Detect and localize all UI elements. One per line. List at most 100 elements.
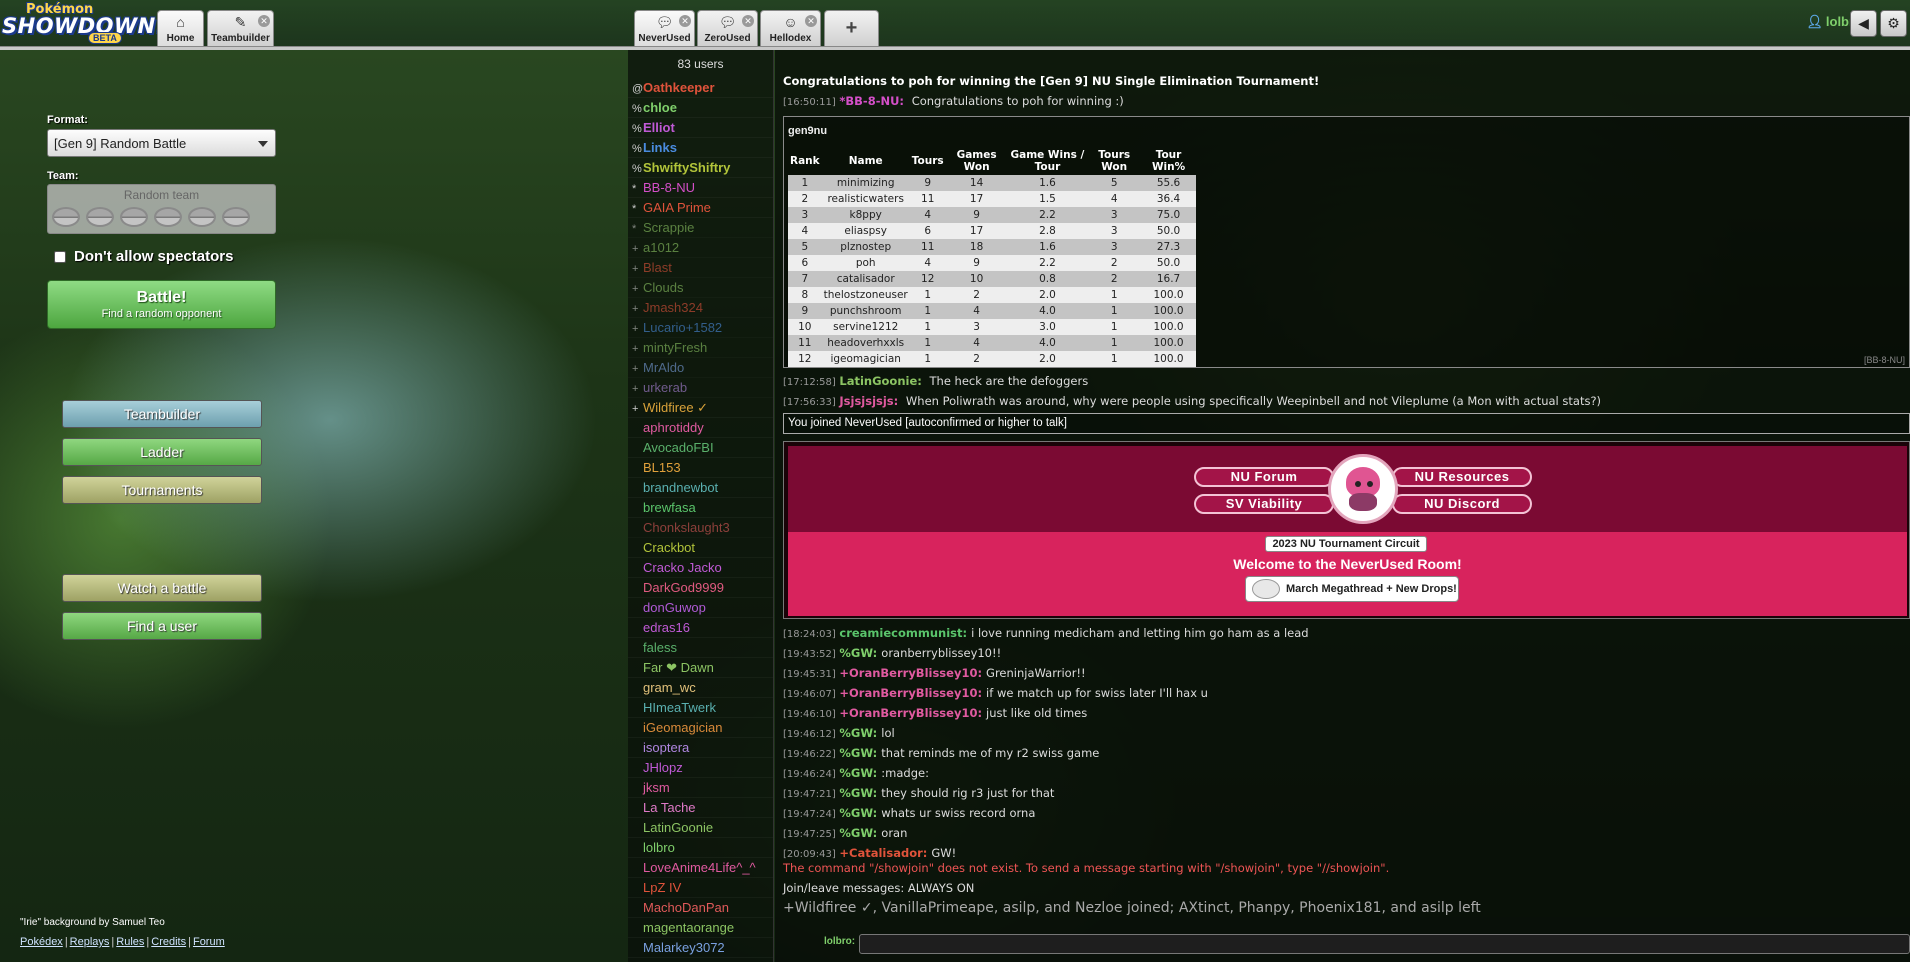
userlist-item[interactable]: JHlopz [628,758,773,778]
chat-author[interactable]: LatinGoonie: [839,374,921,388]
userlist-item[interactable]: Cracko Jacko [628,558,773,578]
footer-link-forum[interactable]: Forum [193,936,225,948]
close-icon[interactable]: ✕ [258,15,270,27]
chat-author[interactable]: Jsjsjsjsjs: [839,394,898,408]
chat-author[interactable]: %GW: [839,826,877,840]
userlist-item[interactable]: + mintyFresh [628,338,773,358]
chat-author[interactable]: +OranBerryBlissey10: [839,666,982,680]
chat-author[interactable]: %GW: [839,726,877,740]
chat-author[interactable]: %GW: [839,766,877,780]
userlist-item[interactable]: iGeomagician [628,718,773,738]
new-tab-button[interactable]: + [824,10,879,47]
spectators-checkbox[interactable] [54,251,66,264]
battle-button[interactable]: Battle! Find a random opponent [47,280,276,329]
userlist-item[interactable]: * GAIA Prime [628,198,773,218]
tab-hellodex[interactable]: ☺ Hellodex ✕ [760,10,821,47]
userlist-item[interactable]: MachoDanPan [628,898,773,918]
tournaments-button[interactable]: Tournaments [62,476,262,504]
userlist-item[interactable]: + Jmash324 [628,298,773,318]
chat-author[interactable]: +OranBerryBlissey10: [839,706,982,720]
user-name: BB-8-NU [643,180,696,195]
tournament-circuit-button[interactable]: 2023 NU Tournament Circuit [1265,536,1427,552]
chat-author[interactable]: +Catalisador: [839,846,927,860]
format-select[interactable]: [Gen 9] Random Battle [47,129,276,157]
userlist-item[interactable]: magentaorange [628,918,773,938]
userlist-item[interactable]: Far ❤ Dawn [628,658,773,678]
table-cell: 2 [788,191,822,207]
userlist-item[interactable]: brandnewbot [628,478,773,498]
ladder-button[interactable]: Ladder [62,438,262,466]
close-icon[interactable]: ✕ [679,15,691,27]
userlist-item[interactable]: + MrAldo [628,358,773,378]
userlist-item[interactable]: * Scrappie [628,218,773,238]
sv-viability-link[interactable]: SV Viability [1194,494,1334,514]
userlist-item[interactable]: + Blast [628,258,773,278]
userlist-item[interactable]: DarkGod9999 [628,578,773,598]
userlist-item[interactable]: LoveAnime4Life^_^ [628,858,773,878]
userlist-item[interactable]: aphrotiddy [628,418,773,438]
megathread-button[interactable]: March Megathread + New Drops! [1245,576,1459,602]
footer-link-replays[interactable]: Replays [70,936,110,948]
nu-discord-link[interactable]: NU Discord [1392,494,1532,514]
userlist-item[interactable]: gram_wc [628,678,773,698]
chat-author[interactable]: creamiecommunist: [839,626,967,640]
userlist-item[interactable]: + urkerab [628,378,773,398]
userlist-item[interactable]: BL153 [628,458,773,478]
volume-button[interactable]: ◀ [1850,10,1877,37]
userlist-item[interactable]: faless [628,638,773,658]
userlist-item[interactable]: + Clouds [628,278,773,298]
userlist-item[interactable]: %Elliot [628,118,773,138]
teambuilder-button[interactable]: Teambuilder [62,400,262,428]
footer-link-credits[interactable]: Credits [151,936,186,948]
tab-zeroused[interactable]: 💬︎ ZeroUsed ✕ [697,10,758,47]
table-cell: servine1212 [821,319,910,335]
team-select[interactable]: Random team [47,184,276,234]
userlist-item[interactable]: Malarkey3072 [628,938,773,958]
userlist-item[interactable]: %chloe [628,98,773,118]
userlist-item[interactable]: Chonkslaught3 [628,518,773,538]
footer-link-rules[interactable]: Rules [116,936,144,948]
footer-link-pokedex[interactable]: Pokédex [20,936,63,948]
chat-author[interactable]: %GW: [839,746,877,760]
userlist-item[interactable]: * BB-8-NU [628,178,773,198]
tab-neverused[interactable]: 💬︎ NeverUsed ✕ [634,10,695,47]
userlist-item[interactable]: @Oathkeeper [628,78,773,98]
userlist-item[interactable]: donGuwop [628,598,773,618]
showdown-logo[interactable]: Pokémon SHOWDOWN! BETA [2,2,165,44]
userlist-item[interactable]: + Wildfiree ✓ [628,398,773,418]
chat-author[interactable]: %GW: [839,786,877,800]
format-value: [Gen 9] Random Battle [54,136,187,151]
userlist-item[interactable]: jksm [628,778,773,798]
userlist-item[interactable]: %Links [628,138,773,158]
close-icon[interactable]: ✕ [742,15,754,27]
nu-forum-link[interactable]: NU Forum [1194,467,1334,487]
userlist-item[interactable]: La Tache [628,798,773,818]
userlist-item[interactable]: Crackbot [628,538,773,558]
userlist-item[interactable]: AvocadoFBI [628,438,773,458]
tab-teambuilder[interactable]: ✎ Teambuilder ✕ [207,10,274,47]
chat-author[interactable]: %GW: [839,646,877,660]
chat-author[interactable]: +OranBerryBlissey10: [839,686,982,700]
watch-battle-button[interactable]: Watch a battle [62,574,262,602]
close-icon[interactable]: ✕ [805,15,817,27]
userlist-item[interactable]: + Lucario+1582 [628,318,773,338]
chat-author[interactable]: *BB-8-NU: [839,94,904,108]
userlist-item[interactable]: HImeaTwerk [628,698,773,718]
userlist-item[interactable]: brewfasa [628,498,773,518]
user-name: Jmash324 [643,300,703,315]
userlist-item[interactable]: LpZ IV [628,878,773,898]
userlist-item[interactable]: isoptera [628,738,773,758]
userlist-item[interactable]: + a1012 [628,238,773,258]
settings-button[interactable]: ⚙ [1880,10,1907,37]
chat-input[interactable] [859,934,1910,954]
userlist-item[interactable]: edras16 [628,618,773,638]
chat-message: [19:46:22] %GW: that reminds me of my r2 … [783,746,1099,760]
find-user-button[interactable]: Find a user [62,612,262,640]
userlist-item[interactable]: LatinGoonie [628,818,773,838]
userlist-item[interactable]: %ShwiftyShiftry [628,158,773,178]
nu-resources-link[interactable]: NU Resources [1392,467,1532,487]
spectators-option[interactable]: Don't allow spectators [54,248,233,265]
chat-author[interactable]: %GW: [839,806,877,820]
userlist-item[interactable]: lolbro [628,838,773,858]
tab-home[interactable]: ⌂ Home [157,10,204,47]
